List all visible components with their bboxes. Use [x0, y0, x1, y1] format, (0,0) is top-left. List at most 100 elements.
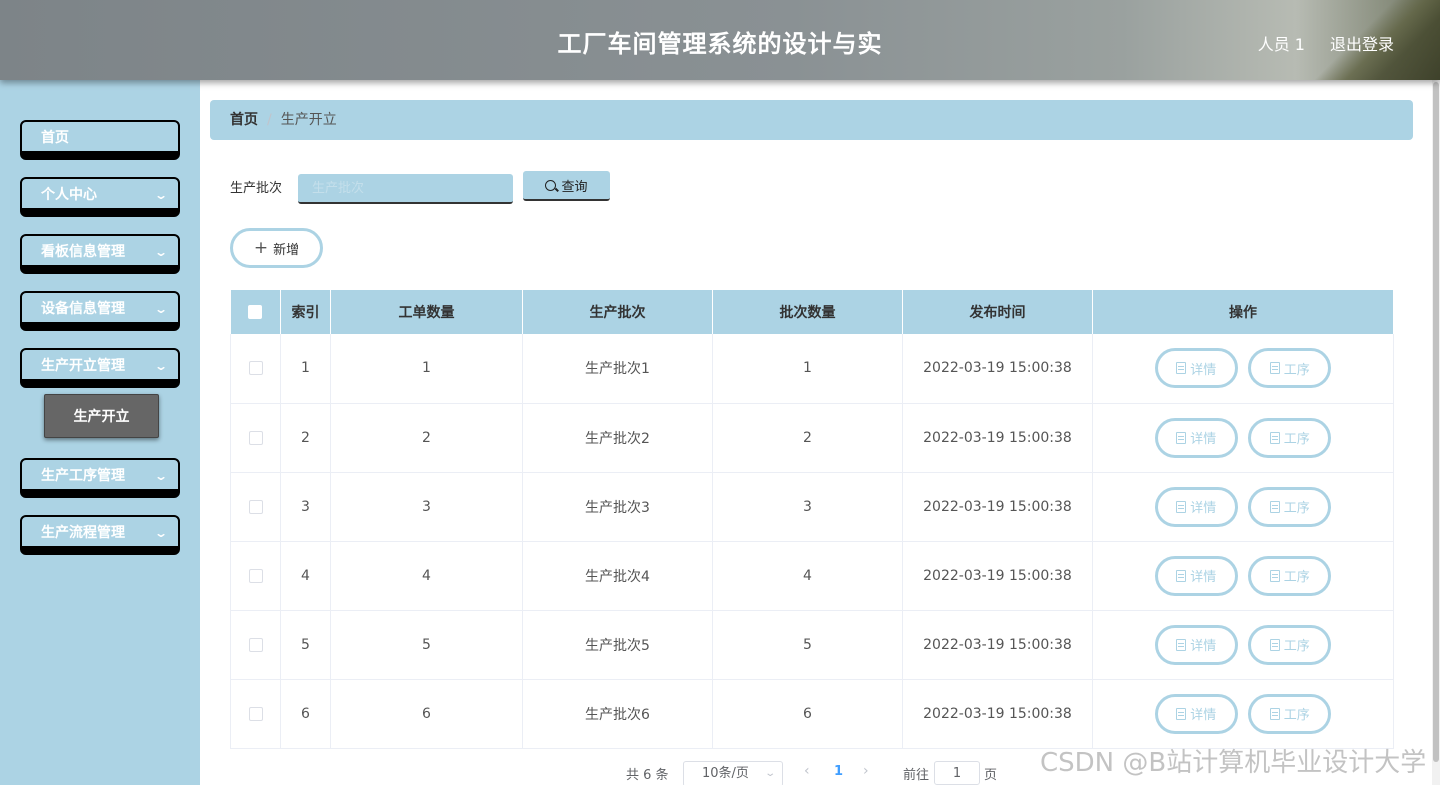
add-button-label: 新增 [273, 242, 300, 258]
detail-button[interactable]: 详情 [1154, 555, 1238, 596]
cell-actions: 详情 工序 [1092, 541, 1394, 611]
process-button[interactable]: 工序 [1248, 624, 1332, 665]
cell-orders: 1 [330, 334, 523, 404]
cell-index: 1 [280, 334, 331, 404]
sidebar-item-flow[interactable]: 生产流程管理 ⌄ [20, 515, 180, 555]
sidebar-item-label: 生产工序管理 [41, 468, 125, 484]
next-page-button[interactable]: › [863, 763, 869, 779]
cell-index: 6 [280, 679, 331, 749]
sidebar-item-board[interactable]: 看板信息管理 ⌄ [20, 234, 180, 274]
sidebar-item-profile[interactable]: 个人中心 ⌄ [20, 177, 180, 217]
sidebar-item-home[interactable]: 首页 [20, 120, 180, 160]
detail-label: 详情 [1190, 432, 1217, 447]
current-user: 人员 1 [1257, 35, 1305, 54]
page-number-current[interactable]: 1 [834, 764, 843, 779]
chevron-down-icon: ⌄ [153, 302, 169, 316]
detail-button[interactable]: 详情 [1154, 693, 1238, 734]
cell-actions: 详情 工序 [1092, 679, 1394, 749]
table-row: 6 6 生产批次6 6 2022-03-19 15:00:38 详情 工序 [230, 679, 1394, 749]
search-button-label: 查询 [561, 179, 588, 195]
detail-label: 详情 [1190, 501, 1217, 516]
page-size-select[interactable]: 10条/页 ⌄ [683, 761, 783, 785]
table-row: 4 4 生产批次4 4 2022-03-19 15:00:38 详情 工序 [230, 541, 1394, 611]
page-jump-input[interactable] [934, 761, 980, 785]
row-checkbox-cell [230, 403, 281, 473]
column-header: 发布时间 [902, 290, 1093, 334]
top-header: 工厂车间管理系统的设计与实 人员 1 退出登录 [0, 0, 1440, 80]
breadcrumb: 首页 / 生产开立 [210, 100, 1413, 140]
cell-orders: 6 [330, 679, 523, 749]
breadcrumb-home[interactable]: 首页 [230, 112, 258, 128]
detail-button[interactable]: 详情 [1154, 624, 1238, 665]
cell-batch-qty: 2 [712, 403, 903, 473]
detail-button[interactable]: 详情 [1154, 348, 1238, 389]
sidebar-item-label: 设备信息管理 [41, 301, 125, 317]
scrollbar-thumb[interactable] [1433, 82, 1439, 762]
search-label: 生产批次 [230, 181, 283, 196]
prev-page-button[interactable]: ‹ [804, 763, 810, 779]
breadcrumb-separator: / [267, 112, 272, 128]
cell-actions: 详情 工序 [1092, 472, 1394, 542]
document-icon [1176, 362, 1187, 375]
process-button[interactable]: 工序 [1248, 486, 1332, 527]
logout-link[interactable]: 退出登录 [1330, 31, 1394, 55]
row-checkbox[interactable] [248, 499, 263, 514]
row-checkbox[interactable] [248, 637, 263, 652]
page-size-value: 10条/页 [702, 766, 749, 781]
search-input[interactable] [298, 174, 513, 204]
column-header: 工单数量 [330, 290, 523, 334]
chevron-down-icon: ⌄ [153, 245, 169, 259]
cell-batch: 生产批次6 [522, 679, 713, 749]
detail-label: 详情 [1190, 362, 1217, 378]
detail-button[interactable]: 详情 [1154, 417, 1238, 458]
sidebar-item-equipment[interactable]: 设备信息管理 ⌄ [20, 291, 180, 331]
cell-time: 2022-03-19 15:00:38 [902, 472, 1093, 542]
cell-batch-qty: 6 [712, 679, 903, 749]
cell-orders: 3 [330, 472, 523, 542]
process-button[interactable]: 工序 [1248, 417, 1332, 458]
row-checkbox[interactable] [248, 361, 263, 376]
chevron-down-icon: ⌄ [153, 526, 169, 540]
row-checkbox-cell [230, 679, 281, 749]
document-icon [1176, 707, 1187, 720]
detail-button[interactable]: 详情 [1154, 486, 1238, 527]
document-icon [1269, 500, 1280, 513]
document-icon [1269, 362, 1280, 375]
chevron-down-icon: ⌄ [153, 469, 169, 483]
table-row: 1 1 生产批次1 1 2022-03-19 15:00:38 详情 工序 [230, 334, 1394, 404]
cell-batch-qty: 1 [712, 334, 903, 404]
sidebar-item-label: 生产开立管理 [41, 358, 125, 374]
column-header: 操作 [1092, 290, 1394, 334]
submenu-item-production-open[interactable]: 生产开立 [44, 394, 159, 438]
cell-time: 2022-03-19 15:00:38 [902, 610, 1093, 680]
detail-label: 详情 [1190, 570, 1217, 585]
sidebar-item-label: 看板信息管理 [41, 244, 125, 260]
process-label: 工序 [1283, 708, 1310, 723]
cell-batch-qty: 3 [712, 472, 903, 542]
cell-actions: 详情 工序 [1092, 610, 1394, 680]
cell-batch: 生产批次3 [522, 472, 713, 542]
row-checkbox[interactable] [248, 568, 263, 583]
chevron-down-icon: ⌄ [153, 188, 169, 202]
table-row: 2 2 生产批次2 2 2022-03-19 15:00:38 详情 工序 [230, 403, 1394, 473]
cell-actions: 详情 工序 [1092, 334, 1394, 404]
column-header: 生产批次 [522, 290, 713, 334]
sidebar-item-production-open[interactable]: 生产开立管理 ⌄ [20, 348, 180, 388]
cell-batch: 生产批次2 [522, 403, 713, 473]
cell-actions: 详情 工序 [1092, 403, 1394, 473]
process-label: 工序 [1283, 639, 1310, 654]
cell-orders: 4 [330, 541, 523, 611]
cell-time: 2022-03-19 15:00:38 [902, 541, 1093, 611]
process-button[interactable]: 工序 [1248, 348, 1332, 389]
process-button[interactable]: 工序 [1248, 693, 1332, 734]
row-checkbox[interactable] [248, 706, 263, 721]
add-button[interactable]: + 新增 [230, 228, 323, 268]
process-button[interactable]: 工序 [1248, 555, 1332, 596]
header-checkbox-cell [230, 290, 281, 334]
select-all-checkbox[interactable] [248, 305, 263, 319]
sidebar-item-process[interactable]: 生产工序管理 ⌄ [20, 458, 180, 498]
chevron-down-icon: ⌄ [763, 768, 776, 779]
search-button[interactable]: 查询 [523, 171, 610, 201]
row-checkbox[interactable] [248, 430, 263, 445]
app-title: 工厂车间管理系统的设计与实 [557, 30, 883, 58]
